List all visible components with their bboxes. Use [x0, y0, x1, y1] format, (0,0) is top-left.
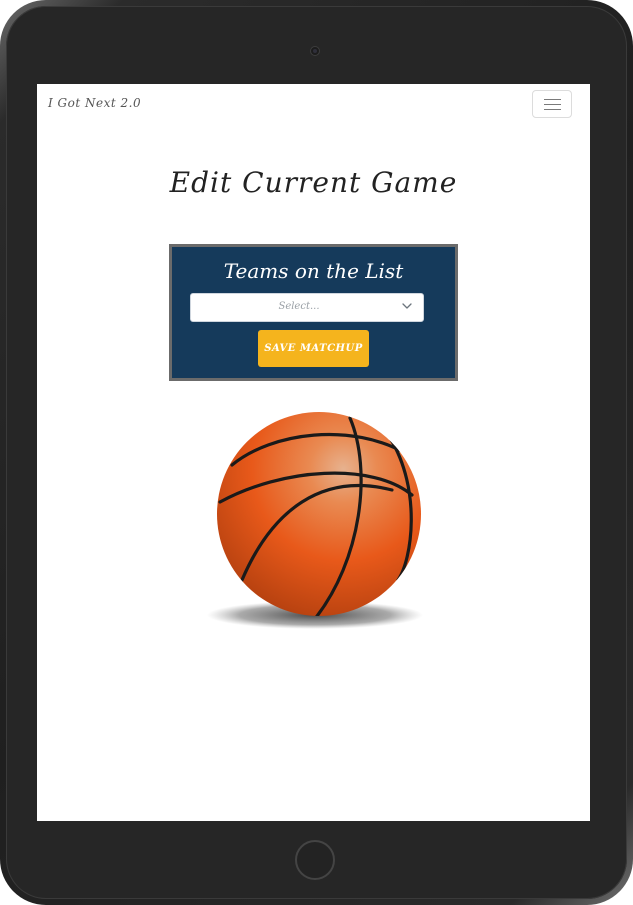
basketball-image: [202, 410, 432, 635]
team-select[interactable]: Select...: [190, 293, 424, 322]
app-screen: I Got Next 2.0 Edit Current Game Teams o…: [37, 84, 590, 821]
hamburger-icon: [544, 99, 561, 100]
home-button[interactable]: [295, 840, 335, 880]
save-matchup-button[interactable]: SAVE MATCHUP: [258, 330, 369, 367]
navbar: I Got Next 2.0: [37, 84, 590, 126]
brand-link[interactable]: I Got Next 2.0: [48, 96, 141, 110]
menu-toggle-button[interactable]: [532, 90, 572, 118]
page-title: Edit Current Game: [169, 166, 458, 199]
hamburger-icon-bar: [544, 104, 561, 105]
tablet-frame: I Got Next 2.0 Edit Current Game Teams o…: [0, 0, 633, 905]
team-select-value: Select...: [278, 301, 320, 312]
teams-panel: Teams on the List Select... SAVE MATCHUP: [169, 244, 458, 381]
hamburger-icon-bar: [544, 109, 561, 110]
camera-icon: [310, 46, 320, 56]
basketball-icon: [207, 412, 423, 629]
teams-panel-title: Teams on the List: [223, 259, 404, 283]
chevron-down-icon: [402, 303, 412, 309]
